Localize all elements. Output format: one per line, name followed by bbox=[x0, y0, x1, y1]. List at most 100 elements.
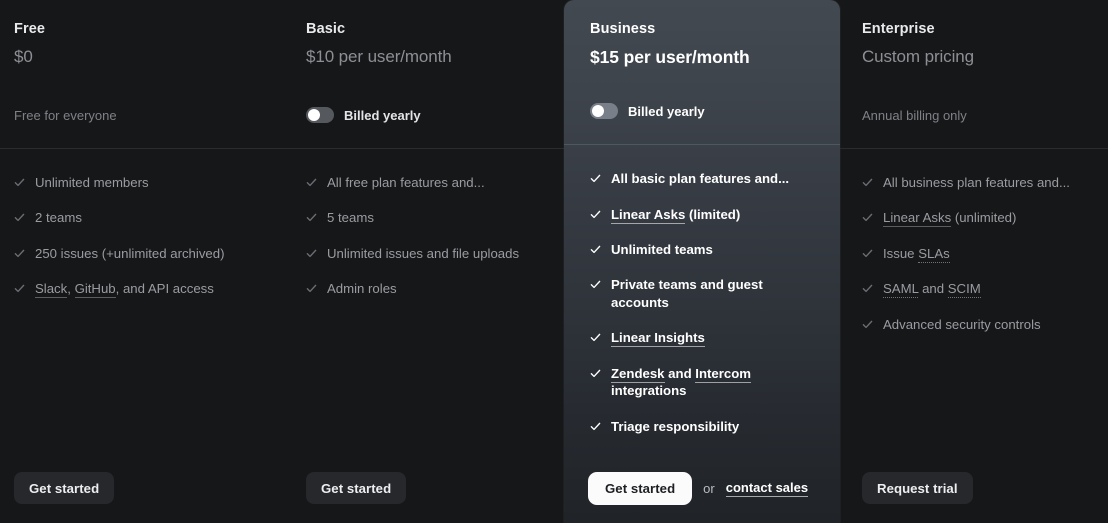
feature-label: 2 teams bbox=[35, 209, 82, 226]
cta-row: Request trial bbox=[840, 453, 1108, 523]
cta-row: Get started or contact sales bbox=[564, 453, 840, 523]
check-icon bbox=[14, 284, 25, 293]
feature-text-fragment: Unlimited issues and file uploads bbox=[327, 245, 520, 261]
plan-name: Enterprise bbox=[862, 21, 935, 37]
feature-abbreviation[interactable]: SCIM bbox=[947, 281, 981, 299]
feature-text-fragment: and bbox=[664, 365, 696, 381]
feature-item: Unlimited members bbox=[14, 174, 280, 191]
feature-label: Admin roles bbox=[327, 280, 397, 297]
plan-column-basic: Basic $10 per user/month Billed yearly All … bbox=[292, 0, 564, 523]
feature-item: 5 teams bbox=[306, 209, 552, 226]
feature-item: Linear Insights bbox=[590, 329, 824, 348]
check-icon bbox=[862, 178, 873, 187]
feature-label: 250 issues (+unlimited archived) bbox=[35, 245, 224, 262]
plan-price: Custom pricing bbox=[862, 46, 974, 66]
feature-item: All basic plan features and... bbox=[590, 170, 824, 187]
feature-text-fragment: Advanced security controls bbox=[883, 316, 1041, 332]
check-icon bbox=[590, 369, 601, 377]
feature-label: Slack, GitHub, and API access bbox=[35, 280, 214, 299]
feature-link[interactable]: GitHub bbox=[74, 281, 116, 299]
feature-label: Linear Asks (limited) bbox=[611, 206, 741, 224]
check-icon bbox=[14, 249, 25, 257]
check-icon bbox=[306, 214, 317, 222]
feature-label: 5 teams bbox=[327, 209, 374, 226]
plan-column-business: Business $15 per user/month Billed yearly A… bbox=[564, 0, 840, 523]
billing-row: Billed yearly bbox=[306, 105, 564, 125]
billed-yearly-label[interactable]: Billed yearly bbox=[628, 105, 705, 118]
feature-link[interactable]: Linear Asks bbox=[611, 206, 686, 224]
feature-link[interactable]: Zendesk bbox=[611, 365, 665, 383]
billing-row: Billed yearly bbox=[590, 101, 840, 121]
feature-list: All free plan features and... 5 teams Unli… bbox=[292, 149, 564, 453]
cta-button-enterprise[interactable]: Request trial bbox=[862, 472, 973, 504]
check-icon bbox=[590, 210, 601, 218]
check-icon bbox=[14, 214, 25, 222]
feature-list: All basic plan features and... Linear Ask… bbox=[564, 145, 840, 453]
billed-yearly-toggle[interactable] bbox=[590, 103, 618, 120]
feature-label: Linear Asks (unlimited) bbox=[883, 209, 1016, 228]
cta-button-business[interactable]: Get started bbox=[588, 471, 693, 505]
check-icon bbox=[862, 320, 873, 328]
feature-text-fragment: integrations bbox=[611, 383, 687, 399]
billed-yearly-label[interactable]: Billed yearly bbox=[344, 109, 421, 122]
feature-label: Triage responsibility bbox=[611, 418, 739, 435]
check-icon bbox=[590, 422, 601, 430]
or-separator: or bbox=[703, 480, 715, 496]
feature-text-fragment: (limited) bbox=[685, 206, 741, 222]
toggle-knob bbox=[308, 109, 320, 121]
feature-text-fragment: Unlimited members bbox=[35, 175, 149, 190]
feature-list: Unlimited members 2 teams 250 issues (+unl… bbox=[0, 149, 292, 453]
feature-text-fragment: All basic plan features and... bbox=[611, 171, 790, 187]
feature-label: Advanced security controls bbox=[883, 316, 1041, 333]
feature-item: Slack, GitHub, and API access bbox=[14, 280, 280, 299]
check-icon bbox=[306, 284, 317, 293]
feature-label: All free plan features and... bbox=[327, 174, 485, 191]
feature-label: Linear Insights bbox=[611, 329, 705, 348]
feature-text-fragment: and bbox=[918, 281, 948, 297]
billed-yearly-toggle[interactable] bbox=[306, 107, 334, 123]
feature-item: SAML and SCIM bbox=[862, 280, 1094, 299]
billing-row: Free for everyone bbox=[14, 105, 292, 125]
feature-label: SAML and SCIM bbox=[883, 280, 981, 299]
cta-button-basic[interactable]: Get started bbox=[306, 472, 407, 504]
feature-text-fragment: Issue bbox=[883, 245, 919, 261]
check-icon bbox=[306, 178, 317, 187]
feature-link[interactable]: Slack bbox=[35, 281, 68, 299]
feature-text-fragment: 5 teams bbox=[327, 210, 374, 226]
plan-name: Free bbox=[14, 21, 46, 37]
feature-link[interactable]: Linear Asks bbox=[883, 210, 952, 228]
feature-item: All business plan features and... bbox=[862, 174, 1094, 191]
plan-column-free: Free $0 Free for everyone Unlimited members… bbox=[0, 0, 292, 523]
check-icon bbox=[590, 281, 601, 289]
feature-text-fragment: Admin roles bbox=[327, 281, 397, 297]
plan-header: Enterprise Custom pricing Annual billing o… bbox=[840, 0, 1108, 148]
feature-text-fragment: , bbox=[67, 281, 75, 297]
plan-name: Business bbox=[590, 21, 656, 37]
billing-note: Annual billing only bbox=[862, 107, 967, 123]
check-icon bbox=[862, 284, 873, 293]
feature-link[interactable]: Linear Insights bbox=[611, 330, 705, 348]
feature-label: Unlimited teams bbox=[611, 241, 713, 258]
feature-item: All free plan features and... bbox=[306, 174, 552, 191]
plan-header: Free $0 Free for everyone bbox=[0, 0, 292, 148]
feature-abbreviation[interactable]: SLAs bbox=[918, 245, 950, 263]
feature-text-fragment: 250 issues (+unlimited archived) bbox=[35, 245, 225, 261]
plan-price: $15 per user/month bbox=[590, 46, 750, 67]
feature-item: Admin roles bbox=[306, 280, 552, 297]
feature-text-fragment: Unlimited teams bbox=[611, 242, 713, 258]
check-icon bbox=[590, 174, 601, 183]
feature-item: Zendesk and Intercom integrations bbox=[590, 365, 824, 400]
contact-sales-link[interactable]: contact sales bbox=[725, 480, 809, 497]
feature-text-fragment: Triage responsibility bbox=[611, 418, 740, 434]
feature-item: 2 teams bbox=[14, 209, 280, 226]
feature-label: Private teams and guest accounts bbox=[611, 276, 824, 311]
feature-link[interactable]: Intercom bbox=[695, 365, 751, 383]
cta-button-free[interactable]: Get started bbox=[14, 472, 115, 504]
feature-abbreviation[interactable]: SAML bbox=[883, 281, 919, 299]
feature-text-fragment: 2 teams bbox=[35, 210, 82, 226]
plan-price: $0 bbox=[14, 46, 33, 66]
plan-header: Basic $10 per user/month Billed yearly bbox=[292, 0, 564, 148]
check-icon bbox=[590, 334, 601, 342]
plan-header: Business $15 per user/month Billed yearly bbox=[564, 0, 840, 144]
check-icon bbox=[14, 178, 25, 187]
